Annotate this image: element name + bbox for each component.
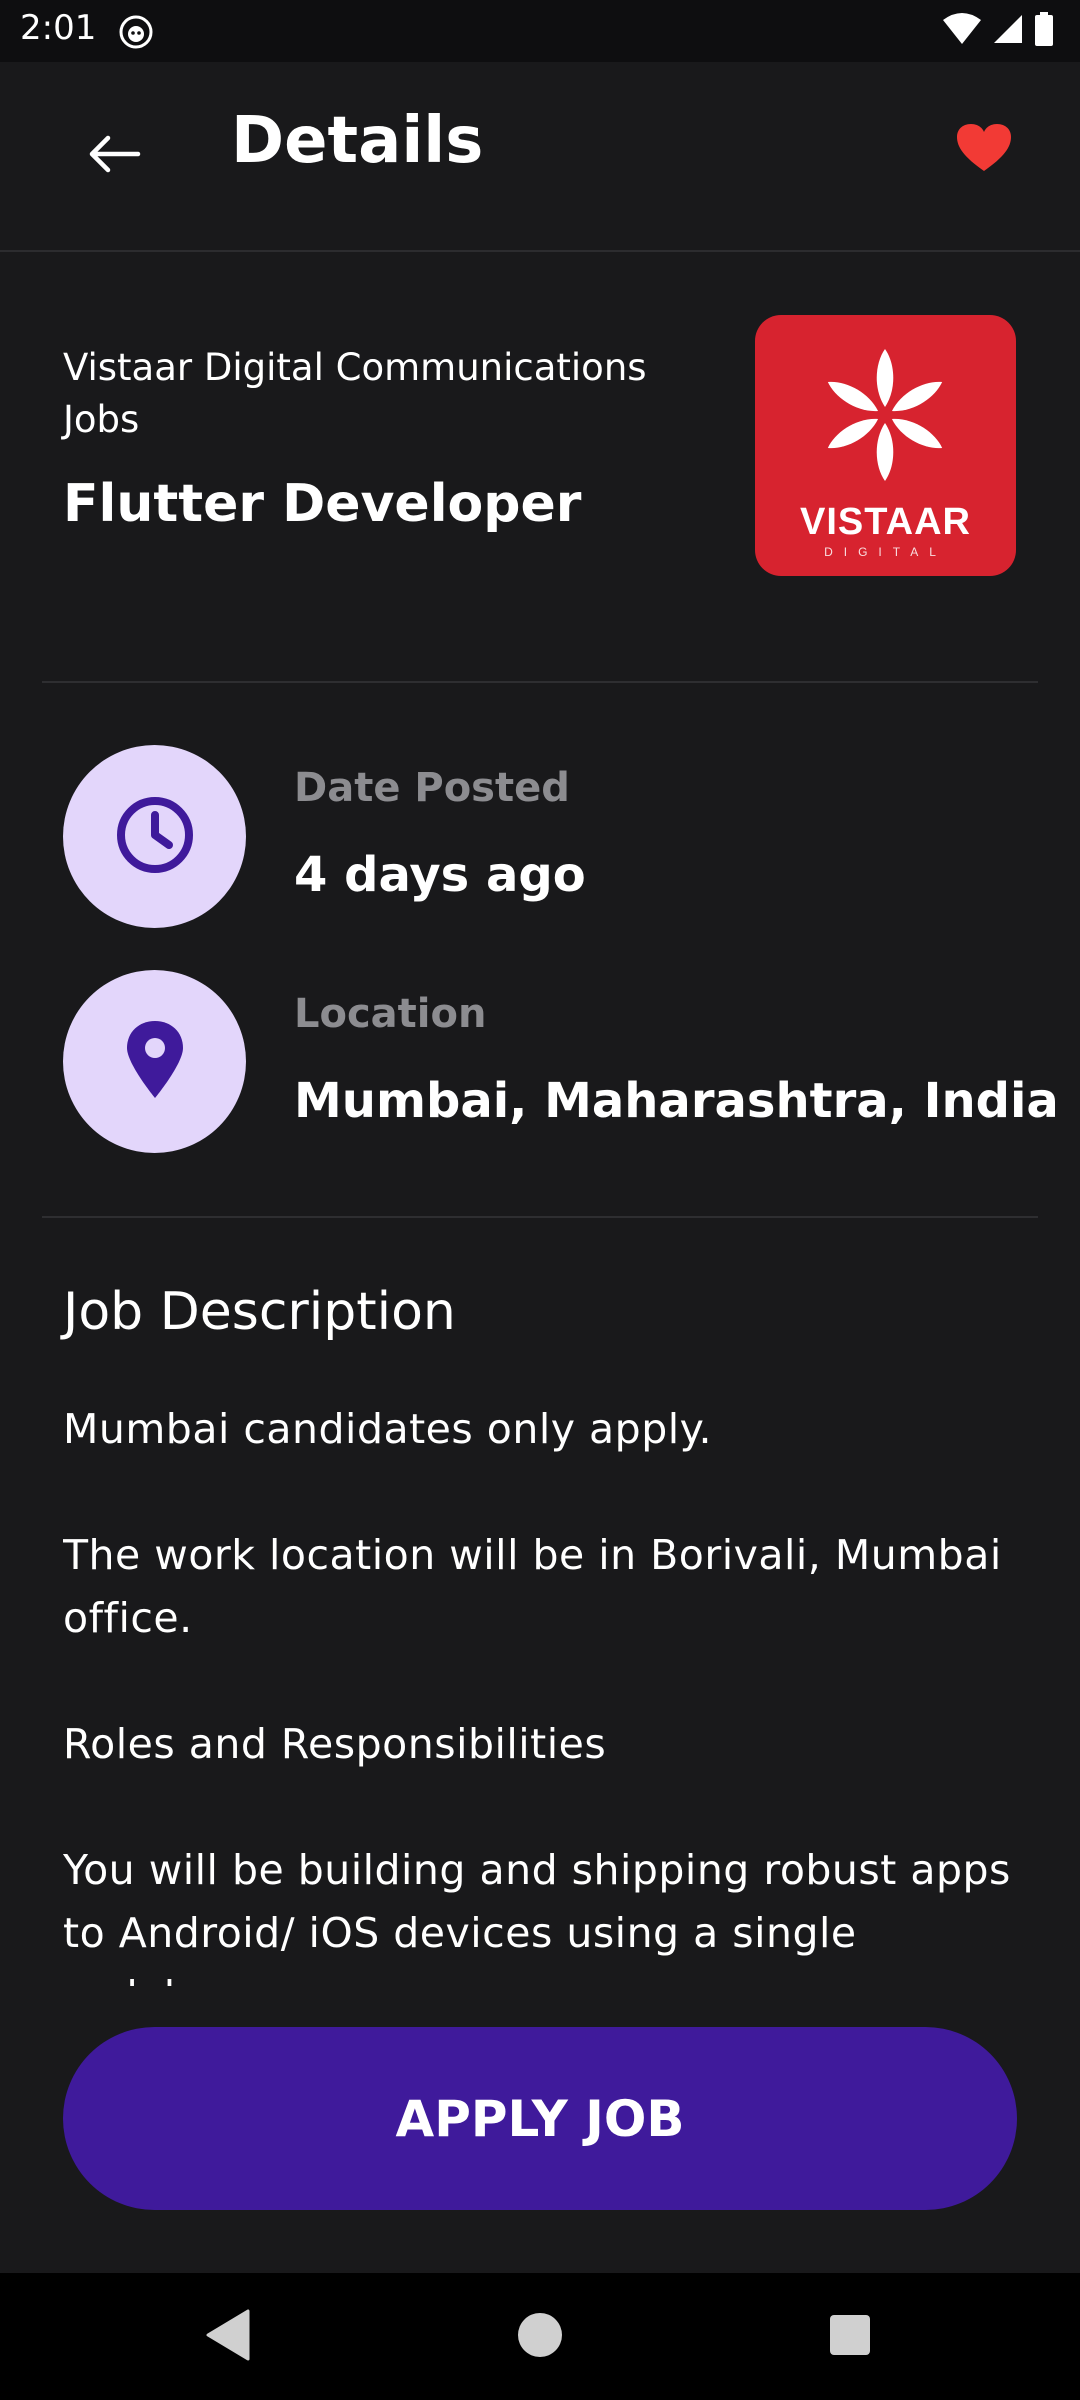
clock-icon — [113, 793, 197, 881]
nav-recents-button[interactable] — [808, 2295, 892, 2379]
page-title: Details — [231, 104, 484, 178]
date-posted-label: Date Posted — [294, 765, 570, 811]
job-description-body[interactable]: Mumbai candidates only apply. The work l… — [63, 1398, 1023, 1986]
divider — [42, 1216, 1038, 1218]
location-label: Location — [294, 991, 487, 1037]
logo-text: VISTAAR — [800, 501, 971, 543]
back-button[interactable] — [78, 120, 150, 192]
description-paragraph: The work location will be in Borivali, M… — [63, 1531, 1002, 1642]
favorite-button[interactable] — [952, 118, 1016, 182]
description-paragraph: Mumbai candidates only apply. — [63, 1405, 713, 1453]
location-icon-circle — [63, 970, 246, 1153]
job-description-heading: Job Description — [63, 1282, 456, 1342]
location-value: Mumbai, Maharashtra, India — [294, 1073, 1059, 1129]
battery-icon — [1034, 12, 1054, 50]
nav-back-button[interactable] — [186, 2295, 270, 2379]
date-posted-value: 4 days ago — [294, 847, 586, 903]
divider — [42, 681, 1038, 683]
apply-job-label: APPLY JOB — [395, 2089, 685, 2148]
description-paragraph: You will be building and shipping robust… — [63, 1846, 1011, 1986]
wifi-icon — [942, 12, 982, 50]
triangle-back-icon — [204, 2309, 252, 2365]
status-icons — [942, 12, 1054, 50]
status-bar: 2:01 — [0, 0, 1080, 62]
job-title: Flutter Developer — [63, 474, 582, 534]
date-posted-icon-circle — [63, 745, 246, 928]
back-arrow-icon — [86, 134, 142, 178]
heart-icon — [956, 123, 1012, 177]
location-pin-icon — [125, 1020, 185, 1104]
system-navigation-bar — [0, 2273, 1080, 2400]
company-logo: VISTAAR DIGITAL — [755, 315, 1016, 576]
app-bar: Details — [0, 62, 1080, 252]
apply-job-button[interactable]: APPLY JOB — [63, 2027, 1017, 2210]
circle-home-icon — [516, 2311, 564, 2363]
logo-subtext: DIGITAL — [824, 545, 947, 559]
notification-app-icon — [118, 14, 154, 50]
company-name: Vistaar Digital Communications Jobs — [63, 346, 647, 441]
nav-home-button[interactable] — [498, 2295, 582, 2379]
square-recents-icon — [828, 2313, 872, 2361]
signal-icon — [992, 13, 1024, 49]
status-time: 2:01 — [20, 8, 97, 48]
description-paragraph: Roles and Responsibilities — [63, 1720, 607, 1768]
